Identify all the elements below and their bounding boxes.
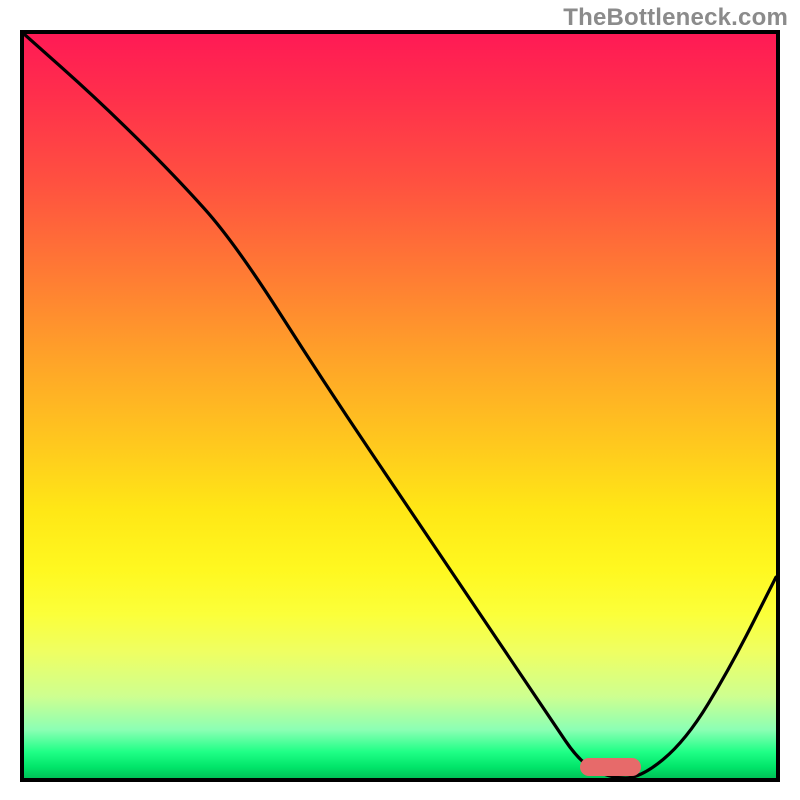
curve-layer bbox=[24, 34, 776, 778]
bottleneck-curve bbox=[24, 34, 776, 778]
plot-area bbox=[20, 30, 780, 782]
watermark-text: TheBottleneck.com bbox=[563, 4, 788, 32]
chart-container: TheBottleneck.com bbox=[0, 0, 800, 800]
optimal-range-marker bbox=[580, 758, 640, 776]
